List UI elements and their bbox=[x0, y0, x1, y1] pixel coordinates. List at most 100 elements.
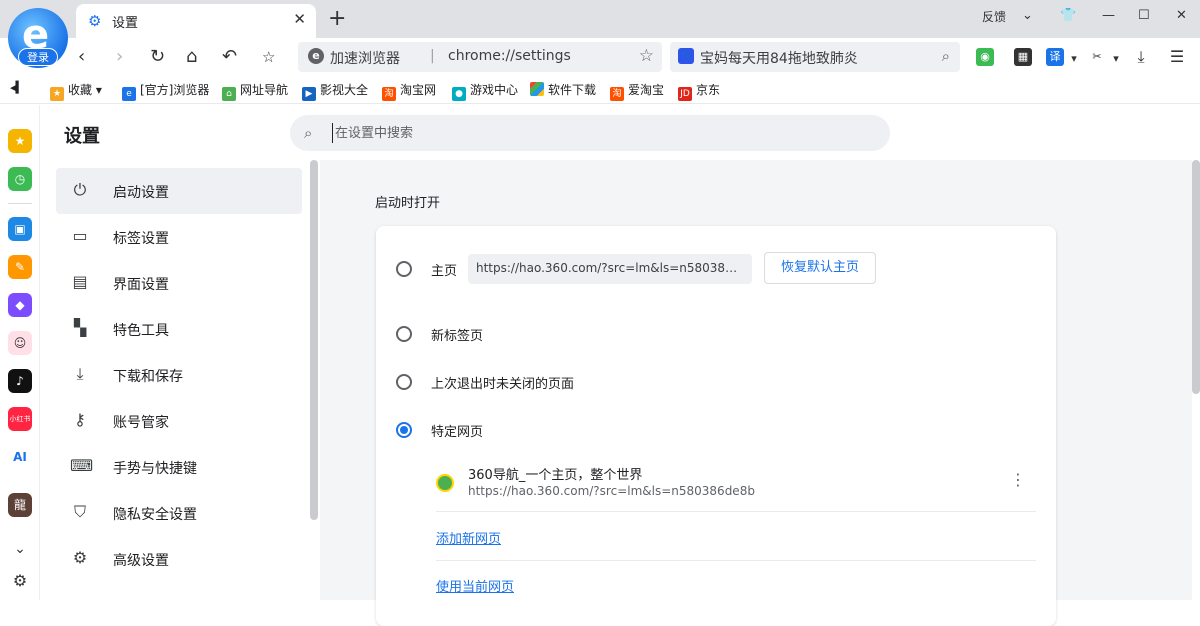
bookmark-list-icon[interactable]: ☆ bbox=[262, 48, 275, 66]
settings-search[interactable]: ⌕ bbox=[290, 115, 890, 151]
settings-gear-icon[interactable]: ⚙ bbox=[8, 569, 32, 593]
undo-button[interactable]: ↶ bbox=[222, 46, 237, 67]
key-icon: ⚷ bbox=[74, 410, 86, 429]
keyboard-icon: ⌨ bbox=[70, 456, 94, 475]
nav-icon: ⌂ bbox=[222, 87, 236, 101]
radio-last-session[interactable] bbox=[396, 374, 412, 390]
startup-card: 主页 https://hao.360.com/?src=lm&ls=n58038… bbox=[376, 226, 1056, 626]
settings-sidenav: ⏻ 启动设置 ▭ 标签设置 ▤ 界面设置 ▚ 特色工具 ⤓ 下载和保存 ⚷ 账号… bbox=[56, 168, 302, 582]
home-button[interactable]: ⌂ bbox=[186, 46, 197, 67]
sidebar-item-privacy[interactable]: ⛉ 隐私安全设置 bbox=[56, 490, 302, 536]
software-icon bbox=[530, 82, 544, 96]
bookmarks-bar: ◂▍ ★ 收藏 ▾ e [官方]浏览器 ⌂ 网址导航 ▶ 影视大全 淘淘宝网 ● 游戏中心… bbox=[0, 76, 1200, 104]
toolbar: ‹ › ↻ ⌂ ↶ ☆ e 加速浏览器 | chrome://settings … bbox=[0, 38, 1200, 76]
xiaohongshu-icon[interactable]: 小红书 bbox=[8, 407, 32, 431]
use-current-pages-link[interactable]: 使用当前网页 bbox=[436, 576, 514, 595]
video-icon: ▶ bbox=[302, 87, 316, 101]
browser-logo[interactable]: e 登录 bbox=[8, 8, 68, 68]
bookmark-item[interactable]: JD 京东 bbox=[678, 81, 720, 101]
bookmark-item[interactable]: e [官方]浏览器 bbox=[122, 81, 209, 101]
radio-homepage[interactable] bbox=[396, 261, 412, 277]
chevron-down-icon[interactable]: ⌄ bbox=[8, 537, 32, 561]
toolbox-icon[interactable]: ▣ bbox=[8, 217, 32, 241]
address-url[interactable]: chrome://settings bbox=[448, 48, 571, 64]
restore-default-homepage-button[interactable]: 恢复默认主页 bbox=[764, 252, 876, 284]
sidebar-toggle-icon[interactable]: ◂▍ bbox=[10, 81, 24, 94]
ai-assistant-icon[interactable]: AI bbox=[8, 445, 32, 469]
last-session-label: 上次退出时未关闭的页面 bbox=[431, 377, 575, 392]
sidebar-item-shortcuts[interactable]: ⌨ 手势与快捷键 bbox=[56, 444, 302, 490]
link-divider bbox=[436, 560, 1036, 561]
search-box[interactable]: 🐾 宝妈每天用84拖地致肺炎 ⌕ bbox=[670, 42, 960, 72]
dragon-game-icon[interactable]: 龍 bbox=[8, 493, 32, 517]
forward-button[interactable]: › bbox=[116, 46, 123, 67]
apps-grid-icon[interactable]: ▦ bbox=[1014, 48, 1032, 66]
settings-search-input[interactable] bbox=[332, 123, 872, 143]
bookmark-item[interactable]: ● 游戏中心 bbox=[452, 81, 518, 101]
sidebar-item-advanced[interactable]: ⚙ 高级设置 bbox=[56, 536, 302, 582]
search-icon: ⌕ bbox=[304, 124, 313, 142]
favorites-star-icon[interactable]: ★ bbox=[8, 129, 32, 153]
bookmark-item[interactable]: ▶ 影视大全 bbox=[302, 81, 368, 101]
translate-dropdown-icon[interactable]: ▾ bbox=[1070, 50, 1078, 68]
startup-page-title: 360导航_一个主页，整个世界 bbox=[468, 468, 643, 483]
gamepad-icon[interactable]: ◆ bbox=[8, 293, 32, 317]
radio-new-tab[interactable] bbox=[396, 326, 412, 342]
site-favicon-icon bbox=[436, 474, 454, 492]
translate-icon[interactable]: 译 bbox=[1046, 48, 1064, 66]
star-icon: ★ bbox=[50, 87, 64, 101]
bookmark-favorites[interactable]: ★ 收藏 ▾ bbox=[50, 81, 102, 101]
minimize-button[interactable]: — bbox=[1102, 8, 1115, 23]
game-icon: ● bbox=[452, 87, 466, 101]
bookmark-item[interactable]: 软件下载 bbox=[530, 81, 596, 98]
ie-icon: e bbox=[122, 87, 136, 101]
address-bar[interactable]: e 加速浏览器 | chrome://settings ☆ bbox=[298, 42, 662, 72]
aitaobao-icon: 淘 bbox=[610, 87, 624, 101]
feedback-button[interactable]: 反馈 bbox=[982, 8, 1006, 25]
homepage-url-field[interactable]: https://hao.360.com/?src=lm&ls=n580386de… bbox=[468, 254, 752, 284]
startup-page-row: 360导航_一个主页，整个世界 https://hao.360.com/?src… bbox=[436, 456, 1036, 512]
site-info-icon[interactable]: e bbox=[308, 48, 324, 64]
pencil-tool-icon[interactable]: ✎ bbox=[8, 255, 32, 279]
baidu-paw-icon: 🐾 bbox=[678, 48, 694, 64]
sidebar-item-downloads[interactable]: ⤓ 下载和保存 bbox=[56, 352, 302, 398]
avatar-girl-icon[interactable]: ☺ bbox=[8, 331, 32, 355]
sidebar-item-accounts[interactable]: ⚷ 账号管家 bbox=[56, 398, 302, 444]
download-icon[interactable]: ⤓ bbox=[1132, 48, 1150, 66]
screenshot-scissors-icon[interactable]: ✂ bbox=[1088, 48, 1106, 66]
history-clock-icon[interactable]: ◷ bbox=[8, 167, 32, 191]
new-tab-button[interactable]: + bbox=[328, 6, 346, 31]
startup-section-title: 启动时打开 bbox=[375, 196, 441, 211]
sidebar-item-startup[interactable]: ⏻ 启动设置 bbox=[56, 168, 302, 214]
chevron-down-icon[interactable]: ⌄ bbox=[1022, 8, 1033, 23]
tab-close-button[interactable]: ✕ bbox=[293, 10, 306, 28]
reload-button[interactable]: ↻ bbox=[150, 46, 165, 67]
menu-icon[interactable]: ☰ bbox=[1168, 48, 1186, 66]
bookmark-star-icon[interactable]: ☆ bbox=[639, 46, 654, 66]
sidebar-item-appearance[interactable]: ▤ 界面设置 bbox=[56, 260, 302, 306]
browser-name: 加速浏览器 bbox=[330, 51, 400, 67]
shirt-icon[interactable]: 👕 bbox=[1060, 8, 1076, 23]
maximize-button[interactable]: ☐ bbox=[1138, 8, 1150, 23]
radio-specific-pages[interactable] bbox=[396, 422, 412, 438]
sidebar-item-tools[interactable]: ▚ 特色工具 bbox=[56, 306, 302, 352]
search-query[interactable]: 宝妈每天用84拖地致肺炎 bbox=[700, 48, 858, 68]
screenshot-dropdown-icon[interactable]: ▾ bbox=[1112, 50, 1120, 68]
sidenav-scrollbar[interactable] bbox=[310, 160, 318, 520]
tiktok-icon[interactable]: ♪ bbox=[8, 369, 32, 393]
more-options-icon[interactable]: ⋮ bbox=[1010, 470, 1026, 489]
tab-settings[interactable]: ⚙ 设置 ✕ bbox=[76, 4, 316, 38]
back-button[interactable]: ‹ bbox=[78, 46, 85, 67]
bookmark-item[interactable]: 淘爱淘宝 bbox=[610, 81, 664, 101]
power-icon: ⏻ bbox=[73, 180, 87, 199]
monitor-icon: ▭ bbox=[72, 226, 88, 245]
sidebar-item-tabs[interactable]: ▭ 标签设置 bbox=[56, 214, 302, 260]
eye-guard-icon[interactable]: ◉ bbox=[976, 48, 994, 66]
login-button[interactable]: 登录 bbox=[18, 48, 58, 66]
content-scrollbar[interactable] bbox=[1192, 160, 1200, 394]
close-window-button[interactable]: ✕ bbox=[1176, 8, 1187, 23]
bookmark-item[interactable]: 淘淘宝网 bbox=[382, 81, 436, 101]
bookmark-item[interactable]: ⌂ 网址导航 bbox=[222, 81, 288, 101]
search-icon[interactable]: ⌕ bbox=[942, 47, 950, 65]
add-new-page-link[interactable]: 添加新网页 bbox=[436, 528, 501, 547]
